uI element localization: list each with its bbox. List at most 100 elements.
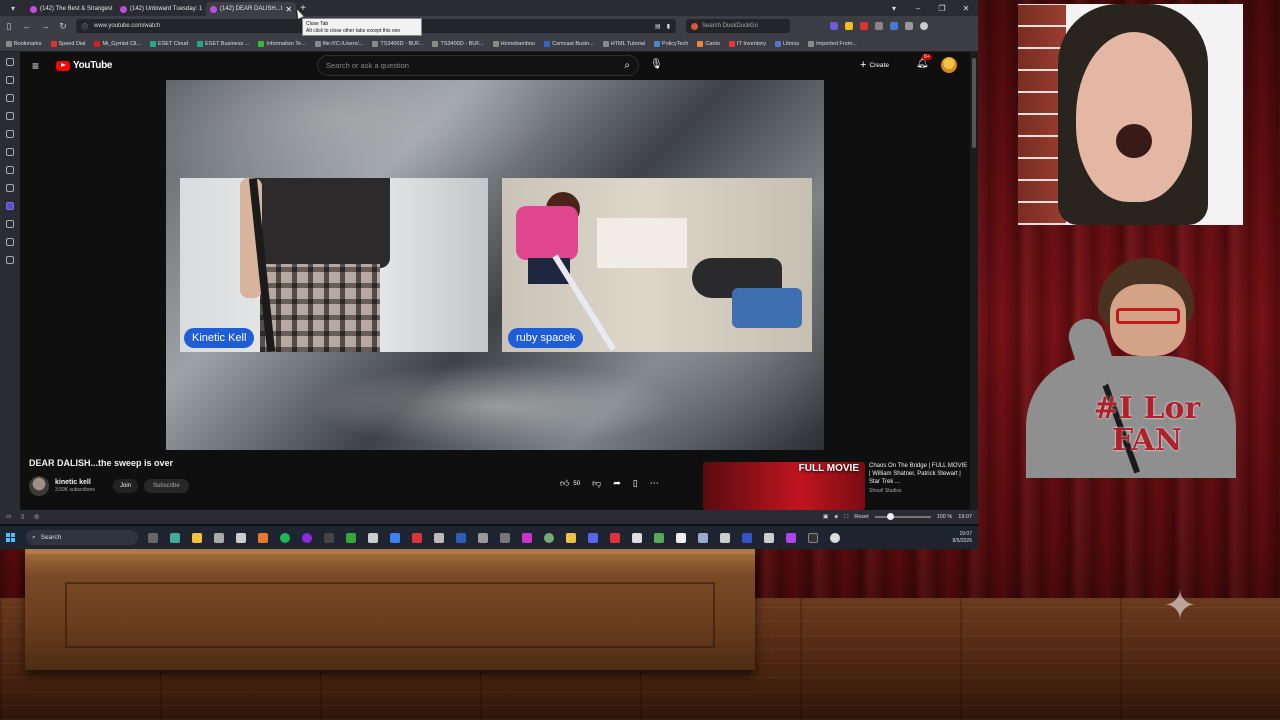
reload-icon[interactable]: ↻ [54,21,72,32]
bookmark-item[interactable]: Litmos [774,40,799,47]
app-icon[interactable] [456,532,466,543]
file-explorer-icon[interactable] [566,532,576,543]
app-icon[interactable] [764,532,774,543]
zoom-reset-button[interactable]: Reset [854,514,868,520]
minimize-icon[interactable]: – [906,4,930,13]
zoom-slider[interactable] [874,513,931,520]
youtube-logo[interactable]: YouTube [56,60,113,71]
recommended-thumbnail[interactable]: FULL MOVIE [703,462,865,510]
app-icon[interactable] [500,532,510,543]
side-panel-panel-icon[interactable] [6,220,14,228]
side-panel-sync-icon[interactable] [6,184,14,192]
app-icon[interactable] [192,532,202,543]
app-icon[interactable] [236,532,246,543]
scrollbar-thumb[interactable] [972,58,976,148]
images-icon[interactable]: ◈ [834,514,838,520]
app-icon[interactable] [786,532,796,543]
capture-icon[interactable]: ◎ [34,514,39,520]
taskbar-search[interactable]: ⌕ Search [26,530,138,545]
bookmark-item[interactable]: Bookmarks [6,40,42,47]
chrome-icon[interactable] [544,532,554,543]
side-panel-history-icon[interactable] [6,112,14,120]
task-view-icon[interactable] [148,532,158,543]
terminal-icon[interactable] [808,532,818,543]
more-actions-icon[interactable]: ⋯ [650,478,659,489]
bookmark-item[interactable]: Information Te... [258,40,306,47]
bookmark-item[interactable]: Canto [697,40,720,47]
app-icon[interactable] [742,532,752,543]
create-button[interactable]: + Create [860,58,889,72]
side-panel-downloads-icon[interactable] [6,94,14,102]
extension-icon[interactable] [860,22,868,30]
side-panel-reading-icon[interactable] [6,76,14,84]
taskbar-clock[interactable]: 19:07 8/5/2026 [953,531,972,545]
reader-icon[interactable]: ▤ [655,23,661,30]
browser-menu-icon[interactable]: ▾ [0,0,26,16]
bookmark-item[interactable]: file:///C:/Users/... [314,40,363,47]
page-scrollbar[interactable] [970,52,978,510]
bookmark-item[interactable]: Imported From... [808,40,857,47]
bookmark-item[interactable]: HTML Tutorial [602,40,645,47]
recommended-channel[interactable]: Shout! Studios [869,487,969,495]
browser-search-field[interactable]: Search DuckDuckGo [686,19,790,33]
app-icon[interactable] [654,532,664,543]
bookmark-item[interactable]: IT Inventory [729,40,766,47]
video-player[interactable]: Kinetic Kell ruby spacek [166,80,824,450]
vlc-icon[interactable] [258,532,268,543]
bookmark-item[interactable]: TS3400D - BUF... [432,40,484,47]
tiling-icon[interactable]: ▯ [21,514,24,520]
tab-2[interactable]: (142) Untoward Tuesday: 1 [116,2,206,16]
channel-name[interactable]: kinetic kell [55,479,95,486]
app-icon[interactable] [522,532,532,543]
bookmark-page-icon[interactable]: ▮ [667,23,670,30]
bookmark-item[interactable]: PolicyTech [654,40,688,47]
share-icon[interactable]: ➦ [613,478,621,489]
youtube-search-input[interactable]: Search or ask a question ⌕ [317,55,639,76]
app-icon[interactable] [368,532,378,543]
bookmark-item[interactable]: Mi_Gymist Cli... [94,40,141,47]
fullscreen-icon[interactable]: ⛶ [844,514,848,521]
bookmark-item[interactable]: Homebamboo [492,40,535,47]
vpn-icon[interactable] [890,22,898,30]
bookmark-item[interactable]: Speed Dial [50,40,85,47]
side-panel-translate-icon[interactable] [6,148,14,156]
like-button[interactable]: 👍︎ 50 [560,478,580,489]
bookmark-item[interactable]: ESET Business ... [197,40,249,47]
side-panel-window-icon[interactable] [6,166,14,174]
dislike-icon[interactable]: 👎︎ [592,478,601,489]
subscribe-button[interactable]: Subscribe [144,479,189,493]
extension-icon[interactable] [845,22,853,30]
page-actions-icon[interactable]: ▣ [823,514,828,520]
side-panel-add-icon[interactable] [6,256,14,264]
zoom-slider-thumb[interactable] [886,513,894,520]
bookmark-item[interactable]: Comcast Busin... [544,40,594,47]
app-icon[interactable] [324,532,334,543]
app-icon[interactable] [698,532,708,543]
settings-icon[interactable] [830,532,840,543]
maximize-icon[interactable]: ❐ [930,4,954,13]
app-icon[interactable] [434,532,444,543]
panel-toggle-icon[interactable]: ▭ [6,514,11,520]
download-icon[interactable] [905,22,913,30]
app-icon[interactable] [170,532,180,543]
tab-1[interactable]: (142) The Best & Strangest [26,2,116,16]
back-icon[interactable]: ← [18,21,36,31]
extension-icon[interactable] [875,22,883,30]
save-icon[interactable]: ▯ [633,478,638,489]
site-info-icon[interactable]: ⓘ [82,22,88,31]
panel-toggle-icon[interactable]: ▯ [0,21,18,32]
menu-icon[interactable]: ≡ [32,59,44,73]
tab-3-active[interactable]: (142) DEAR DALISH...t ✕ [206,2,296,16]
app-icon[interactable] [478,532,488,543]
spotify-icon[interactable] [280,532,290,543]
app-icon[interactable] [214,532,224,543]
bookmark-item[interactable]: ESET Cloud [149,40,188,47]
close-tab-icon[interactable]: ✕ [285,5,292,14]
notifications-icon[interactable]: 🔔︎ 9+ [916,54,932,69]
vivaldi-icon[interactable] [610,532,620,543]
search-icon[interactable]: ⌕ [624,60,630,71]
extension-icon[interactable] [830,22,838,30]
app-icon[interactable] [720,532,730,543]
join-button[interactable]: Join [113,479,139,493]
app-icon[interactable] [412,532,422,543]
